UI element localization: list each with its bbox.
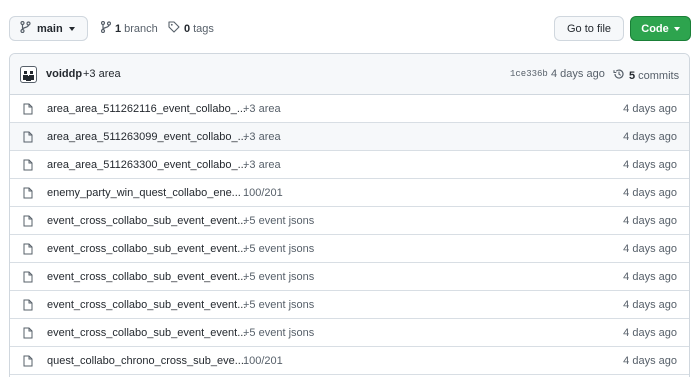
file-name[interactable]: area_area_511263300_event_collabo_... (47, 159, 247, 171)
file-age: 4 days ago (623, 243, 677, 255)
file-name[interactable]: event_cross_collabo_sub_event_event... (47, 327, 246, 339)
commit-count: 5 (629, 69, 636, 82)
tag-word: tags (193, 22, 214, 35)
latest-commit-bar: voiddp +3 area 1ce336b 4 days ago 5 comm… (10, 54, 689, 95)
file-icon (23, 187, 33, 202)
file-age: 4 days ago (623, 187, 677, 199)
file-commit-message[interactable]: +3 area (243, 103, 281, 115)
file-icon (23, 243, 33, 258)
branch-count: 1 (115, 22, 122, 35)
repo-toolbar: main 1 branch 0 tags Go to file Code (0, 0, 700, 52)
file-icon (23, 131, 33, 146)
file-name[interactable]: event_cross_collabo_sub_event_event... (47, 243, 246, 255)
file-age: 4 days ago (623, 355, 677, 367)
file-commit-message[interactable]: +5 event jsons (243, 299, 314, 311)
commit-word: commits (638, 69, 680, 82)
file-name[interactable]: area_area_511263099_event_collabo_... (47, 131, 247, 143)
file-row[interactable]: area_area_511262116_event_collabo_... +3… (10, 95, 689, 123)
tag-count: 0 (184, 22, 191, 35)
chevron-down-icon (68, 26, 75, 31)
file-row[interactable]: event_cross_collabo_sub_event_event... +… (10, 263, 689, 291)
history-icon (613, 68, 625, 83)
commit-message[interactable]: +3 area (83, 68, 121, 80)
file-age: 4 days ago (623, 271, 677, 283)
file-commit-message[interactable]: +5 event jsons (243, 271, 314, 283)
file-list: area_area_511262116_event_collabo_... +3… (10, 95, 689, 375)
file-row[interactable]: event_cross_collabo_sub_event_event... +… (10, 207, 689, 235)
file-name[interactable]: event_cross_collabo_sub_event_event... (47, 271, 246, 283)
branch-selector-button[interactable]: main (9, 16, 88, 41)
file-commit-message[interactable]: 100/201 (243, 187, 283, 199)
file-row[interactable]: event_cross_collabo_sub_event_event... +… (10, 235, 689, 263)
file-icon (23, 271, 33, 286)
commit-history-link[interactable]: 5 commits (613, 68, 679, 83)
branch-word: branch (124, 22, 158, 35)
file-browser: voiddp +3 area 1ce336b 4 days ago 5 comm… (9, 53, 690, 377)
file-age: 4 days ago (623, 299, 677, 311)
tags-link[interactable]: 0 tags (168, 21, 214, 36)
go-to-file-button[interactable]: Go to file (554, 16, 624, 41)
file-row[interactable]: event_cross_collabo_sub_event_event... +… (10, 291, 689, 319)
file-name[interactable]: quest_collabo_chrono_cross_sub_eve... (47, 355, 244, 367)
file-commit-message[interactable]: +5 event jsons (243, 327, 314, 339)
file-name[interactable]: area_area_511262116_event_collabo_... (47, 103, 246, 115)
code-button[interactable]: Code (630, 16, 691, 41)
file-age: 4 days ago (623, 159, 677, 171)
tag-icon (168, 21, 180, 36)
file-age: 4 days ago (623, 103, 677, 115)
file-name[interactable]: enemy_party_win_quest_collabo_ene... (47, 187, 241, 199)
file-row[interactable]: quest_collabo_chrono_cross_sub_eve... 10… (10, 347, 689, 375)
file-icon (23, 215, 33, 230)
file-row[interactable]: area_area_511263300_event_collabo_... +3… (10, 151, 689, 179)
commit-age: 4 days ago (551, 68, 605, 80)
avatar[interactable] (20, 66, 37, 83)
file-row[interactable]: area_area_511263099_event_collabo_... +3… (10, 123, 689, 151)
file-name[interactable]: event_cross_collabo_sub_event_event... (47, 299, 246, 311)
file-icon (23, 355, 33, 370)
file-icon (23, 299, 33, 314)
chevron-down-icon (673, 26, 680, 31)
file-commit-message[interactable]: 100/201 (243, 355, 283, 367)
file-age: 4 days ago (623, 131, 677, 143)
git-branch-icon (20, 20, 31, 36)
branch-name: main (37, 22, 63, 35)
code-button-label: Code (641, 22, 669, 35)
file-commit-message[interactable]: +5 event jsons (243, 215, 314, 227)
commit-sha[interactable]: 1ce336b (510, 69, 548, 79)
file-commit-message[interactable]: +5 event jsons (243, 243, 314, 255)
git-branch-icon (100, 20, 112, 36)
file-row[interactable]: enemy_party_win_quest_collabo_ene... 100… (10, 179, 689, 207)
file-age: 4 days ago (623, 215, 677, 227)
file-commit-message[interactable]: +3 area (243, 131, 281, 143)
branches-link[interactable]: 1 branch (100, 20, 158, 36)
file-age: 4 days ago (623, 327, 677, 339)
file-icon (23, 159, 33, 174)
file-row[interactable]: event_cross_collabo_sub_event_event... +… (10, 319, 689, 347)
file-icon (23, 327, 33, 342)
commit-author[interactable]: voiddp (46, 68, 82, 80)
file-icon (23, 103, 33, 118)
file-name[interactable]: event_cross_collabo_sub_event_event... (47, 215, 246, 227)
file-commit-message[interactable]: +3 area (243, 159, 281, 171)
